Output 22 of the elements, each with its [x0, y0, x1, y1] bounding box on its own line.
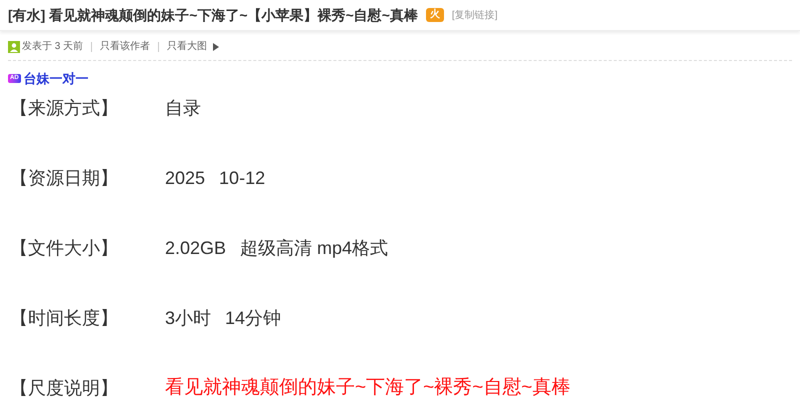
field-value: 看见就神魂颠倒的妹子~下海了~裸秀~自慰~真棒 [165, 376, 570, 400]
field-label: 【尺度说明】 [10, 377, 119, 400]
field-value: 3小时 [165, 307, 212, 330]
field-label: 【资源日期】 [10, 167, 119, 190]
user-icon [8, 40, 20, 52]
field-label: 【时间长度】 [10, 307, 119, 330]
field-value: 2025 [165, 167, 206, 190]
field-value: 14分钟 [225, 307, 282, 330]
hot-badge: 火 [426, 8, 444, 22]
field-label: 【文件大小】 [10, 237, 119, 260]
thread-title: [有水] 看见就神魂颠倒的妹子~下海了~【小苹果】裸秀~自慰~真棒 [8, 6, 418, 25]
field-label: 【来源方式】 [10, 97, 119, 120]
copy-link[interactable]: [复制链接] [452, 8, 498, 22]
post-time: 发表于 3 天前 [22, 40, 84, 54]
field-value: 自录 [165, 97, 201, 120]
field-value: 10-12 [219, 167, 266, 190]
field-value: 超级高清 mp4格式 [240, 237, 388, 260]
ad-link[interactable]: 台妹一对一 [24, 69, 89, 88]
field-value: 2.02GB [165, 237, 226, 260]
filter-link[interactable]: 只看大图 [167, 39, 208, 54]
play-icon[interactable] [213, 42, 220, 50]
filter-link[interactable]: 只看该作者 [100, 39, 150, 54]
